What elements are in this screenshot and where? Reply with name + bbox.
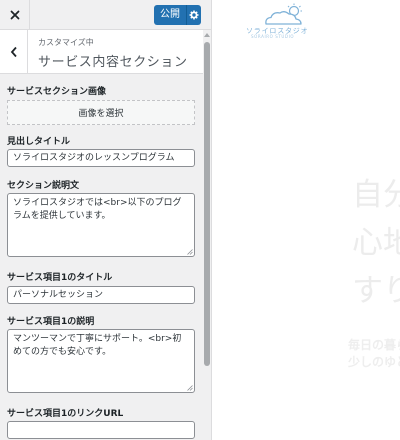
hero-heading-line-2: 心地 <box>352 225 400 261</box>
publish-button[interactable]: 公開 <box>154 5 186 25</box>
resize-grip-icon[interactable] <box>187 249 193 255</box>
publish-settings-button[interactable] <box>187 10 201 20</box>
hero-heading-line-3: すり <box>352 273 400 309</box>
customizer-topbar: 公開 <box>0 0 211 30</box>
description-label: セクション説明文 <box>7 181 80 191</box>
hero-heading-line-1: 自分 <box>352 177 400 213</box>
controls-scrollbar[interactable] <box>203 30 211 440</box>
gear-icon <box>189 10 199 20</box>
logo-subtext: SORAIRO STUDIO <box>251 34 295 39</box>
customizer-panel: 公開 カスタマイズ中 サービス内容セクション サービスセクション画像 画像を選択… <box>0 0 212 440</box>
service1-link-input[interactable] <box>7 421 195 439</box>
scroll-thumb[interactable] <box>204 42 210 366</box>
service1-title-input[interactable]: パーソナルセッション <box>7 286 195 304</box>
heading-title-label: 見出しタイトル <box>7 137 71 147</box>
description-textarea[interactable]: ソライロスタジオでは<br>以下のプログラムを提供しています。 <box>7 193 195 257</box>
chevron-left-icon <box>10 46 17 57</box>
service1-link-label: サービス項目1のリンクURL <box>7 409 124 419</box>
hero-subtext-line-2: 少しのゆと <box>348 355 400 369</box>
back-button[interactable] <box>0 30 28 73</box>
description-text: ソライロスタジオでは<br>以下のプログラムを提供しています。 <box>13 198 182 221</box>
section-header: カスタマイズ中 サービス内容セクション <box>0 30 203 74</box>
service1-desc-label: サービス項目1の説明 <box>7 317 95 327</box>
close-button[interactable] <box>0 0 30 29</box>
close-icon <box>10 10 19 19</box>
publish-button-group: 公開 <box>154 5 201 25</box>
service1-desc-textarea[interactable]: マンツーマンで丁寧にサポート。<br>初めての方でも安心です。 <box>7 329 195 393</box>
hero-subtext-line-1: 毎日の暮ら <box>348 338 400 352</box>
heading-title-input[interactable]: ソライロスタジオのレッスンプログラム <box>7 149 195 167</box>
site-preview[interactable]: ソライロスタジオ SORAIRO STUDIO 自分 心地 すり 毎日の暮ら 少… <box>212 0 400 440</box>
service1-title-label: サービス項目1のタイトル <box>7 273 113 283</box>
service1-desc-text: マンツーマンで丁寧にサポート。<br>初めての方でも安心です。 <box>13 334 182 357</box>
resize-grip-icon[interactable] <box>187 385 193 391</box>
breadcrumb: カスタマイズ中 <box>38 38 94 47</box>
controls-list: サービスセクション画像 画像を選択 見出しタイトル ソライロスタジオのレッスンプ… <box>0 74 203 440</box>
select-image-button[interactable]: 画像を選択 <box>7 100 195 125</box>
section-title: サービス内容セクション <box>38 55 188 70</box>
section-image-label: サービスセクション画像 <box>7 87 107 97</box>
scroll-up-arrow-icon[interactable] <box>204 33 210 37</box>
